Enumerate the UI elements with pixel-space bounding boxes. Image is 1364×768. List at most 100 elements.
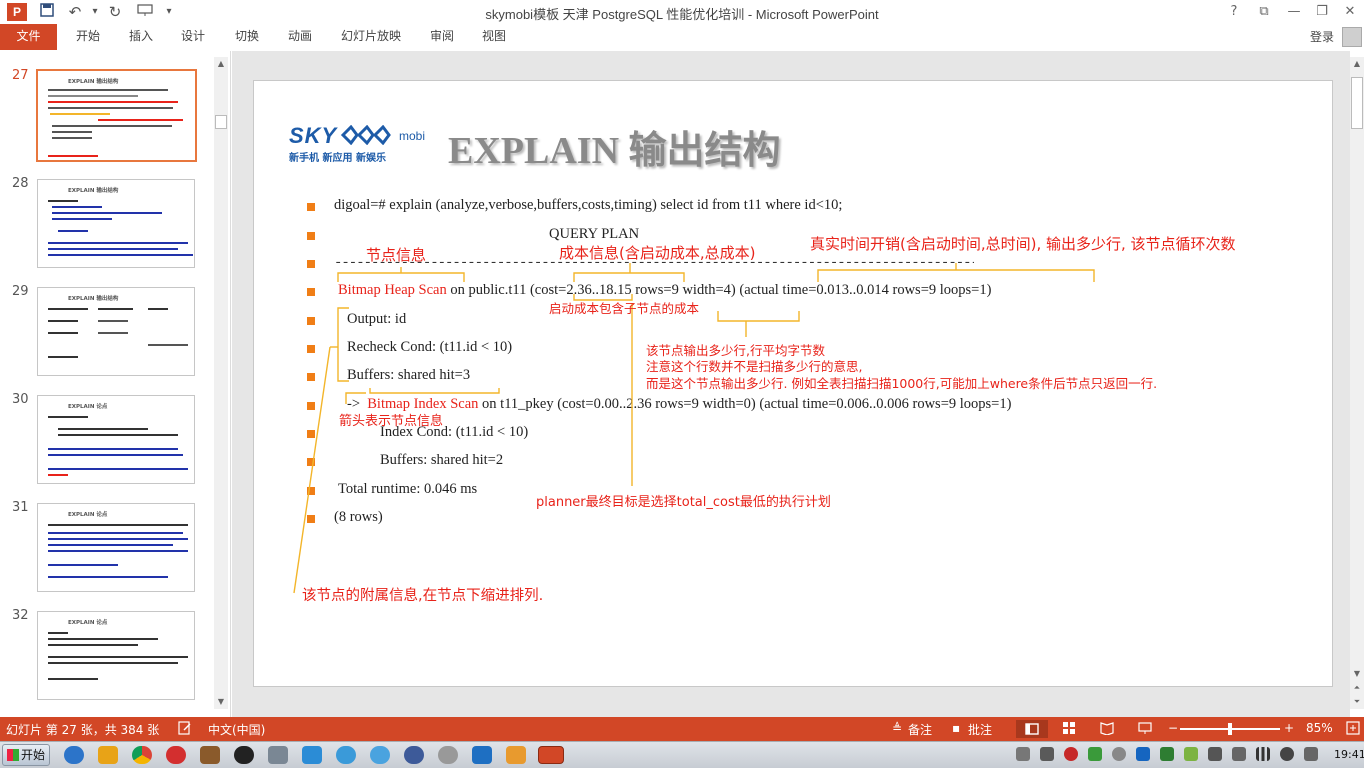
comments-icon[interactable]: ▪ bbox=[952, 721, 960, 735]
note-rows-3: 而是这个节点输出多少行. 例如全表扫描扫描1000行,可能加上where条件后节… bbox=[646, 376, 1158, 391]
tray-icon[interactable] bbox=[1184, 747, 1198, 761]
scrollbar-thumb[interactable] bbox=[1351, 77, 1363, 129]
scroll-up-icon[interactable]: ▲ bbox=[214, 57, 228, 71]
slide-thumbnail-32[interactable]: EXPLAIN 论点 bbox=[37, 611, 195, 700]
tab-animations[interactable]: 动画 bbox=[279, 24, 321, 50]
tab-transitions[interactable]: 切换 bbox=[226, 24, 268, 50]
note-attached: 该节点的附属信息,在节点下缩进排列. bbox=[302, 588, 544, 604]
minimize-icon[interactable]: — bbox=[1282, 2, 1306, 22]
slide-thumbnail-27[interactable]: EXPLAIN 输出结构 bbox=[36, 69, 197, 162]
zoom-out-button[interactable]: − bbox=[1168, 721, 1178, 735]
powerpoint-taskbar-icon[interactable] bbox=[538, 746, 564, 764]
outlook-icon[interactable] bbox=[472, 746, 492, 764]
editor-scrollbar[interactable]: ▲ ▼ ⏶ ⏷ bbox=[1350, 57, 1364, 709]
start-label: 开始 bbox=[20, 748, 45, 762]
tab-home[interactable]: 开始 bbox=[66, 24, 110, 50]
tray-icon[interactable] bbox=[1040, 747, 1054, 761]
thumbnail-number: 29 bbox=[12, 284, 29, 299]
spellcheck-icon[interactable] bbox=[178, 721, 192, 738]
help-icon[interactable]: ? bbox=[1222, 2, 1246, 22]
browser-icon[interactable] bbox=[370, 746, 390, 764]
start-button[interactable]: 开始 bbox=[2, 744, 50, 766]
tray-icon[interactable] bbox=[1016, 747, 1030, 761]
zoom-in-button[interactable]: + bbox=[1284, 721, 1294, 735]
app-icon[interactable] bbox=[200, 746, 220, 764]
thumbnail-title: EXPLAIN 论点 bbox=[68, 404, 108, 410]
tray-icon[interactable] bbox=[1136, 747, 1150, 761]
title-bar: P ↶ ▾ ↻ ▾ skymobi模板 天津 PostgreSQL 性能优化培训… bbox=[0, 0, 1364, 24]
note-cost-info: 成本信息(含启动成本,总成本) bbox=[559, 244, 756, 262]
tab-insert[interactable]: 插入 bbox=[120, 24, 162, 50]
ribbon-display-icon[interactable]: ⧉ bbox=[1252, 2, 1276, 22]
qq-icon[interactable] bbox=[234, 746, 254, 764]
next-slide-icon[interactable]: ⏷ bbox=[1350, 695, 1364, 709]
clock: 19:41 bbox=[1334, 748, 1364, 761]
penguin-icon[interactable] bbox=[336, 746, 356, 764]
slide-thumbnail-31[interactable]: EXPLAIN 论点 bbox=[37, 503, 195, 592]
avatar[interactable] bbox=[1342, 27, 1362, 47]
tab-design[interactable]: 设计 bbox=[172, 24, 214, 50]
volume-icon[interactable] bbox=[1280, 747, 1294, 761]
powerpoint-window: P ↶ ▾ ↻ ▾ skymobi模板 天津 PostgreSQL 性能优化培训… bbox=[0, 0, 1364, 768]
weibo-icon[interactable] bbox=[166, 746, 186, 764]
reading-view-icon[interactable] bbox=[1100, 721, 1114, 738]
slideshow-icon[interactable] bbox=[1138, 721, 1152, 738]
scroll-up-icon[interactable]: ▲ bbox=[1350, 57, 1364, 71]
slide-thumbnail-30[interactable]: EXPLAIN 论点 bbox=[37, 395, 195, 484]
alien-icon[interactable] bbox=[438, 746, 458, 764]
ie-icon[interactable] bbox=[64, 746, 84, 764]
windows-logo-icon bbox=[7, 749, 19, 761]
tab-view[interactable]: 视图 bbox=[473, 24, 515, 50]
slide-thumbnail-28[interactable]: EXPLAIN 输出结构 bbox=[37, 179, 195, 268]
notes-icon[interactable]: ≜ bbox=[892, 721, 902, 735]
thumbnail-number: 28 bbox=[12, 176, 29, 191]
slide-thumbnail-29[interactable]: EXPLAIN 输出结构 bbox=[37, 287, 195, 376]
windows-taskbar: 开始 19:41 bbox=[0, 741, 1364, 768]
close-icon[interactable]: ✕ bbox=[1338, 2, 1362, 22]
notes-app-icon[interactable] bbox=[506, 746, 526, 764]
scroll-down-icon[interactable]: ▼ bbox=[214, 695, 228, 709]
language-indicator[interactable]: 中文(中国) bbox=[208, 721, 265, 738]
zoom-slider[interactable] bbox=[1180, 723, 1280, 735]
zoom-level[interactable]: 85% bbox=[1306, 721, 1333, 735]
thumbnail-title: EXPLAIN 论点 bbox=[68, 512, 108, 518]
notes-button[interactable]: 备注 bbox=[908, 721, 932, 738]
scrollbar-thumb[interactable] bbox=[215, 115, 227, 129]
thumbnail-scrollbar[interactable]: ▲ ▼ bbox=[214, 57, 228, 709]
login-link[interactable]: 登录 bbox=[1310, 28, 1334, 45]
window-title: skymobi模板 天津 PostgreSQL 性能优化培训 - Microso… bbox=[485, 7, 879, 22]
previous-slide-icon[interactable]: ⏶ bbox=[1350, 681, 1364, 695]
tray-icon[interactable] bbox=[1232, 747, 1246, 761]
note-node-info: 节点信息 bbox=[366, 246, 427, 264]
thumbnail-number: 31 bbox=[12, 500, 29, 515]
chrome-icon[interactable] bbox=[132, 746, 152, 764]
restore-icon[interactable]: ❐ bbox=[1310, 2, 1334, 22]
fit-slide-icon[interactable] bbox=[1346, 721, 1360, 738]
note-arrow: 箭头表示节点信息 bbox=[339, 414, 444, 429]
flag-icon[interactable] bbox=[1208, 747, 1222, 761]
status-bar: 幻灯片 第 27 张，共 384 张 中文(中国) ≜ 备注 ▪ 批注 − + … bbox=[0, 717, 1364, 741]
thumbnail-pane: 27 EXPLAIN 输出结构 28 EXPLAIN 输出结构 29 EXPLA… bbox=[0, 51, 231, 717]
tray-icon[interactable] bbox=[1304, 747, 1318, 761]
folder-icon[interactable] bbox=[98, 746, 118, 764]
tab-review[interactable]: 审阅 bbox=[421, 24, 463, 50]
calculator-icon[interactable] bbox=[268, 746, 288, 764]
slide-canvas[interactable]: SKY mobi 新手机 新应用 新娱乐 EXPLAIN 输出结构 digoal… bbox=[253, 80, 1333, 687]
note-planner: planner最终目标是选择total_cost最低的执行计划 bbox=[536, 495, 831, 510]
bluetooth-icon[interactable] bbox=[1112, 747, 1126, 761]
normal-view-icon[interactable] bbox=[1016, 720, 1048, 738]
network-icon[interactable] bbox=[302, 746, 322, 764]
tray-icon[interactable] bbox=[1064, 747, 1078, 761]
tab-slideshow[interactable]: 幻灯片放映 bbox=[334, 24, 408, 50]
tray-icon[interactable] bbox=[1160, 747, 1174, 761]
zoom-slider-thumb[interactable] bbox=[1228, 723, 1232, 735]
scroll-down-icon[interactable]: ▼ bbox=[1350, 667, 1364, 681]
tab-file[interactable]: 文件 bbox=[0, 24, 57, 50]
thumbnail-number: 32 bbox=[12, 608, 29, 623]
comments-button[interactable]: 批注 bbox=[968, 721, 992, 738]
tray-icon[interactable] bbox=[1088, 747, 1102, 761]
thumbnail-title: EXPLAIN 论点 bbox=[68, 620, 108, 626]
slide-sorter-icon[interactable] bbox=[1062, 721, 1076, 738]
security-icon[interactable] bbox=[404, 746, 424, 764]
signal-icon[interactable] bbox=[1256, 747, 1270, 761]
